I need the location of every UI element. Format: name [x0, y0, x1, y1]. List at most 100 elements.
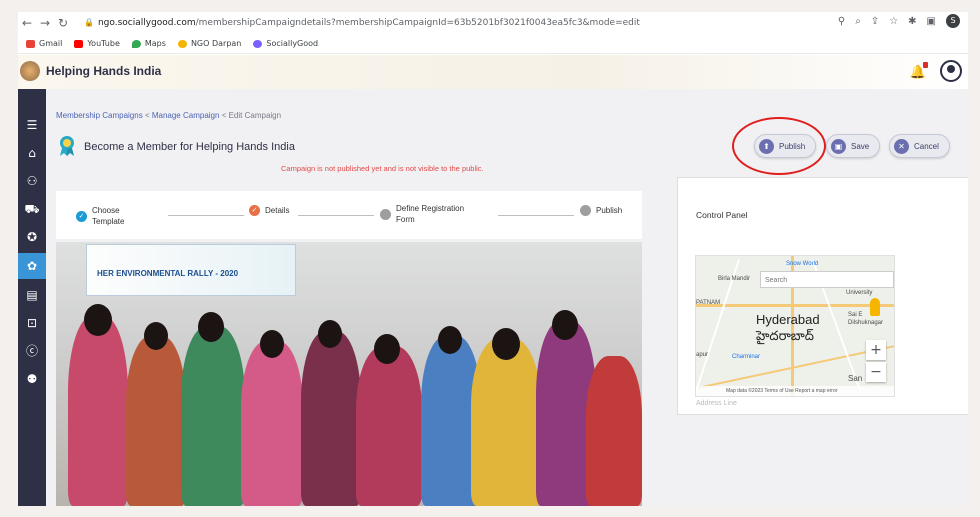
person-head	[374, 334, 400, 364]
award-icon	[60, 136, 74, 156]
url-path: /membershipCampaigndetails?membershipCam…	[195, 18, 640, 28]
share-icon[interactable]: ⇪	[871, 16, 879, 27]
save-button[interactable]: ▣ Save	[826, 134, 881, 158]
breadcrumb-membership-campaigns[interactable]: Membership Campaigns	[56, 111, 143, 120]
bookmark-maps[interactable]: Maps	[131, 39, 166, 48]
step-connector	[168, 215, 244, 216]
browser-window: ← → ↻ 🔒 ngo.sociallygood.com/membershipCa…	[18, 12, 968, 506]
banner-text: HER ENVIRONMENTAL RALLY - 2020	[97, 269, 239, 278]
zoom-out-button[interactable]: −	[866, 362, 886, 382]
step-label-line2: Form	[396, 215, 415, 224]
users-icon[interactable]: ⚉	[24, 371, 40, 387]
bus-icon[interactable]: ⊡	[24, 315, 40, 331]
step-connector	[498, 215, 574, 216]
cancel-button[interactable]: ✕ Cancel	[889, 134, 950, 158]
zoom-in-button[interactable]: +	[866, 340, 886, 360]
reload-icon[interactable]: ↻	[54, 16, 72, 30]
pending-dot-icon	[580, 205, 591, 216]
step-publish[interactable]: Publish	[580, 205, 622, 216]
bookmark-label: NGO Darpan	[190, 39, 242, 48]
address-line-field[interactable]: Address Line	[696, 400, 737, 407]
csr-icon[interactable]: ⓒ	[24, 343, 40, 359]
app-header: Helping Hands India 🔔	[18, 55, 968, 89]
breadcrumb: Membership Campaigns < Manage Campaign <…	[56, 111, 281, 120]
person-head	[198, 312, 224, 342]
step-label: Details	[265, 206, 290, 215]
sidepanel-icon[interactable]: ▣	[927, 16, 936, 27]
forward-icon[interactable]: →	[36, 16, 54, 30]
map-label: San	[848, 374, 863, 383]
map-road	[697, 345, 894, 389]
location-icon[interactable]: ⚲	[838, 16, 845, 27]
step-connector	[298, 215, 374, 216]
sociallygood-icon	[253, 39, 263, 48]
publish-label: Publish	[779, 141, 806, 151]
bookmark-ngo-darpan[interactable]: NGO Darpan	[177, 39, 242, 48]
person-head	[144, 322, 168, 350]
map-search-input[interactable]: Search	[760, 271, 894, 288]
step-choose-template[interactable]: ✓ Choose Template	[76, 205, 124, 227]
campaign-photo: HER ENVIRONMENTAL RALLY - 2020	[56, 242, 642, 506]
step-define-registration-form[interactable]: Define Registration Form	[380, 203, 464, 225]
step-label: Publish	[596, 206, 623, 215]
pegman-icon[interactable]	[870, 298, 880, 316]
zoom-icon[interactable]: ⌕	[855, 16, 861, 27]
maps-icon	[131, 39, 141, 48]
lock-icon: 🔒	[84, 18, 94, 27]
person	[241, 341, 303, 506]
page-title: Become a Member for Helping Hands India	[84, 141, 295, 153]
person-head	[260, 330, 284, 358]
map-widget[interactable]: Snow World Birla Mandir University PATNA…	[695, 255, 895, 397]
pending-dot-icon	[380, 208, 391, 220]
person	[181, 326, 245, 506]
save-icon: ▣	[831, 138, 846, 154]
person	[356, 346, 422, 506]
back-icon[interactable]: ←	[18, 16, 36, 30]
bookmark-youtube[interactable]: YouTube	[74, 39, 120, 48]
person-head	[318, 320, 342, 348]
map-label: Birla Mandir	[718, 276, 751, 282]
map-label: apur	[696, 352, 709, 358]
person	[301, 331, 361, 506]
star-icon[interactable]: ☆	[889, 16, 898, 27]
check-icon: ✓	[76, 210, 87, 222]
control-panel: Control Panel Snow World Birla Mandir Un…	[677, 177, 968, 415]
youtube-icon	[74, 39, 84, 48]
breadcrumb-separator: <	[144, 111, 150, 120]
bookmark-label: Gmail	[39, 39, 63, 48]
badge-icon[interactable]: ✪	[24, 229, 40, 245]
notification-badge	[923, 62, 928, 68]
people-icon[interactable]: ⚇	[24, 173, 40, 189]
gmail-icon	[26, 39, 35, 48]
browser-toolbar-icons: ⚲ ⌕ ⇪ ☆ ✱ ▣ S	[838, 14, 960, 28]
profile-avatar[interactable]: S	[946, 14, 960, 28]
bookmark-label: YouTube	[87, 39, 120, 48]
truck-icon[interactable]: ⛟	[24, 201, 40, 217]
bookmark-label: SociallyGood	[266, 39, 319, 48]
step-label-line1: Define Registration	[396, 204, 465, 213]
step-details[interactable]: ✓ Details	[249, 205, 289, 216]
sidebar: ☰ ⌂ ⚇ ⛟ ✪ ✿ ▤ ⊡ ⓒ ⚉	[18, 89, 46, 506]
home-icon[interactable]: ⌂	[24, 145, 40, 161]
breadcrumb-manage-campaign[interactable]: Manage Campaign	[152, 111, 220, 120]
extensions-icon[interactable]: ✱	[908, 16, 916, 27]
person-head	[552, 310, 578, 340]
save-label: Save	[851, 141, 870, 151]
bookmark-sociallygood[interactable]: SociallyGood	[253, 39, 318, 48]
bookmark-label: Maps	[144, 39, 166, 48]
person-head	[492, 328, 520, 360]
bookmark-gmail[interactable]: Gmail	[26, 39, 62, 48]
breadcrumb-edit-campaign: Edit Campaign	[228, 111, 282, 120]
menu-icon[interactable]: ☰	[24, 117, 40, 133]
url-field[interactable]: 🔒 ngo.sociallygood.com/membershipCampaign…	[84, 15, 764, 31]
person	[586, 356, 642, 506]
map-road	[696, 304, 894, 307]
publish-button[interactable]: ⬆ Publish	[754, 134, 817, 158]
person	[126, 336, 186, 506]
person-head	[438, 326, 462, 354]
app-title: Helping Hands India	[46, 64, 162, 78]
user-avatar[interactable]	[940, 60, 962, 82]
membership-icon[interactable]: ✿	[18, 253, 46, 279]
document-icon[interactable]: ▤	[24, 287, 40, 303]
map-label: Snow World	[786, 261, 819, 267]
